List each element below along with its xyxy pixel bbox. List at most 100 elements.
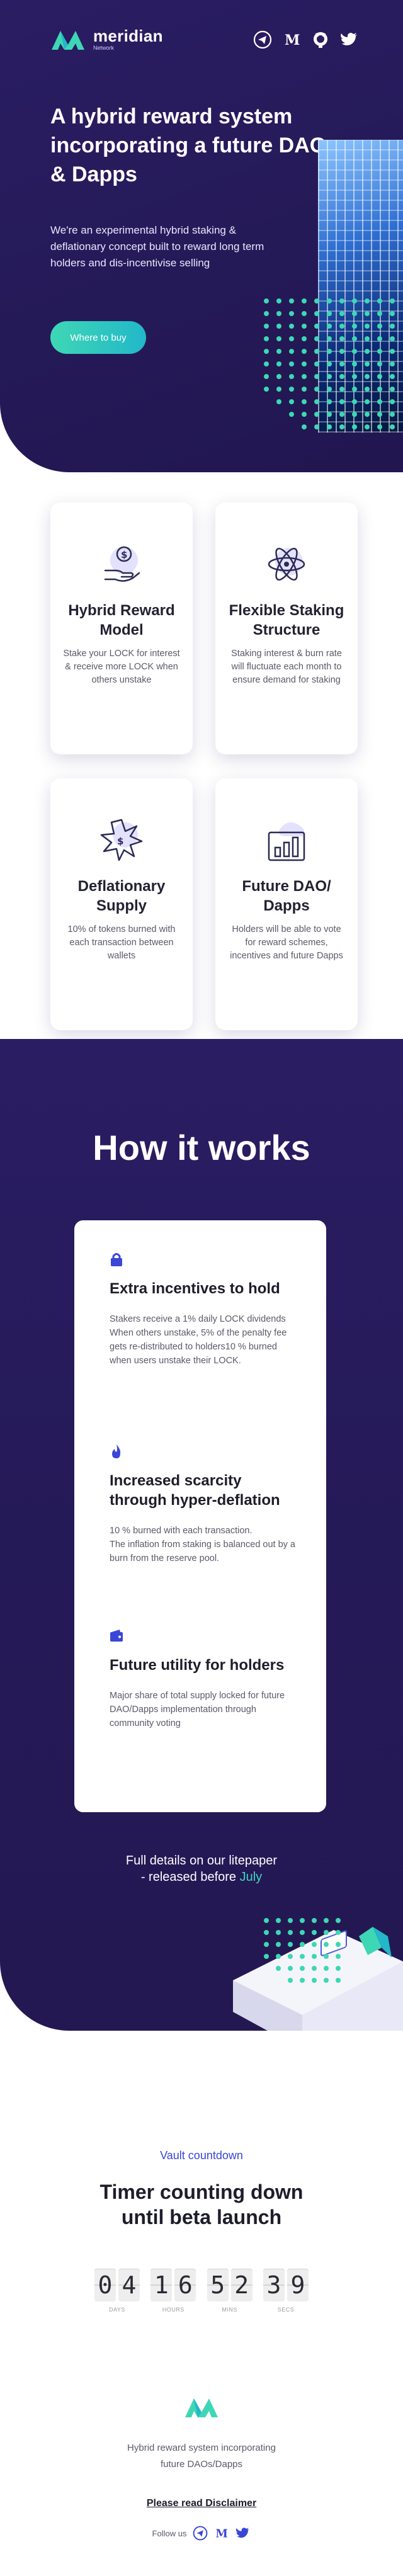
decorative-dot xyxy=(390,298,395,304)
litepaper-line-1: Full details on our litepaper xyxy=(125,1854,278,1868)
decorative-dot xyxy=(339,387,344,392)
telegram-icon[interactable] xyxy=(193,2526,208,2541)
decorative-dot xyxy=(314,387,319,392)
feature-text: Staking interest & burn rate will fluctu… xyxy=(231,649,342,685)
decorative-dot xyxy=(377,374,382,379)
timer-secs: 3 9 SECS xyxy=(263,2269,309,2313)
how-item: Future utility for holders Major share o… xyxy=(110,1628,298,1730)
timer-label: HOURS xyxy=(162,2306,184,2313)
decorative-dot xyxy=(352,298,357,304)
decorative-dot xyxy=(352,324,357,329)
decorative-dot xyxy=(289,298,294,304)
feature-title: Future DAO/ Dapps xyxy=(242,878,331,914)
decorative-dot xyxy=(365,412,370,417)
teal-dot-grid xyxy=(264,1918,341,1983)
decorative-dot xyxy=(365,387,370,392)
decorative-dot xyxy=(336,1918,341,1923)
decorative-dot xyxy=(276,399,281,404)
medium-icon[interactable]: M xyxy=(282,30,301,49)
decorative-dot xyxy=(377,298,382,304)
twitter-icon[interactable] xyxy=(340,30,359,49)
decorative-dot xyxy=(264,324,269,329)
decorative-dot xyxy=(264,1930,269,1935)
decorative-dot xyxy=(377,349,382,354)
decorative-dot xyxy=(327,336,332,341)
how-item: Increased scarcity through hyper-deflati… xyxy=(110,1444,298,1565)
how-item: Extra incentives to hold Stakers receive… xyxy=(110,1252,298,1368)
decorative-dot xyxy=(264,361,269,366)
telegram-icon[interactable] xyxy=(253,30,272,49)
decorative-dot xyxy=(276,324,281,329)
decorative-dot xyxy=(339,424,344,429)
feature-title: Flexible Staking Structure xyxy=(229,602,344,638)
decorative-dot xyxy=(377,324,382,329)
decorative-dot xyxy=(312,1978,317,1983)
decorative-dot xyxy=(336,1978,341,1983)
how-item-text: Stakers receive a 1% daily LOCK dividend… xyxy=(110,1314,287,1366)
decorative-dot xyxy=(300,1918,305,1923)
logo[interactable]: meridian Network xyxy=(50,27,163,52)
how-item-title: Future utility for holders xyxy=(110,1657,285,1674)
flame-icon xyxy=(112,1444,121,1458)
decorative-dot xyxy=(289,374,294,379)
countdown-title: Timer counting down until beta launch xyxy=(99,2181,304,2228)
decorative-dot xyxy=(300,1954,305,1959)
decorative-dot xyxy=(390,412,395,417)
decorative-dot xyxy=(324,1918,329,1923)
decorative-dot xyxy=(365,311,370,316)
decorative-dot xyxy=(314,349,319,354)
decorative-dot xyxy=(288,1966,293,1971)
decorative-dot xyxy=(302,349,307,354)
decorative-dot xyxy=(390,311,395,316)
decorative-dot xyxy=(390,361,395,366)
footer: Hybrid reward system incorporating futur… xyxy=(0,2363,403,2576)
decorative-dot xyxy=(324,1942,329,1947)
disclaimer-link[interactable]: Please read Disclaimer xyxy=(0,2498,403,2509)
decorative-dot xyxy=(324,1954,329,1959)
decorative-dot xyxy=(302,298,307,304)
hero-title: A hybrid reward system incorporating a f… xyxy=(50,105,327,186)
decorative-dot xyxy=(288,1930,293,1935)
feature-text: Stake your LOCK for interest & receive m… xyxy=(63,649,180,685)
decorative-dot xyxy=(339,374,344,379)
decorative-dot xyxy=(377,387,382,392)
decorative-dot xyxy=(390,387,395,392)
github-icon[interactable] xyxy=(311,30,330,49)
twitter-icon[interactable] xyxy=(236,2526,251,2541)
feature-title: Deflationary Supply xyxy=(77,878,166,914)
decorative-dot xyxy=(314,311,319,316)
medium-icon[interactable]: M xyxy=(214,2526,229,2541)
decorative-dot xyxy=(324,1930,329,1935)
decorative-dot xyxy=(276,311,281,316)
decorative-dot xyxy=(276,349,281,354)
decorative-dot xyxy=(288,1942,293,1947)
how-card: Extra incentives to hold Stakers receive… xyxy=(74,1220,326,1812)
decorative-dot xyxy=(352,349,357,354)
decorative-dot xyxy=(312,1930,317,1935)
decorative-dot xyxy=(276,1942,281,1947)
decorative-dot xyxy=(289,361,294,366)
decorative-dot xyxy=(339,324,344,329)
decorative-dot xyxy=(302,412,307,417)
decorative-dot xyxy=(288,1954,293,1959)
decorative-dot xyxy=(302,311,307,316)
how-item-text: 10 % burned with each transaction. The i… xyxy=(110,1526,295,1563)
decorative-dot xyxy=(352,361,357,366)
decorative-dot xyxy=(352,387,357,392)
hero-lead: We're an experimental hybrid staking & d… xyxy=(50,224,264,269)
decorative-dot xyxy=(390,324,395,329)
decorative-dot xyxy=(300,1966,305,1971)
decorative-dot xyxy=(276,336,281,341)
decorative-dot xyxy=(365,424,370,429)
decorative-dot xyxy=(365,336,370,341)
decorative-dot xyxy=(302,336,307,341)
where-to-buy-button[interactable]: Where to buy xyxy=(50,321,146,354)
meridian-logo-icon[interactable] xyxy=(184,2395,219,2420)
decorative-dot xyxy=(352,412,357,417)
decorative-dot xyxy=(327,311,332,316)
bar-chart-icon xyxy=(261,815,312,865)
decorative-dot xyxy=(289,311,294,316)
decorative-dot xyxy=(339,412,344,417)
decorative-dot xyxy=(302,374,307,379)
decorative-dot xyxy=(339,311,344,316)
